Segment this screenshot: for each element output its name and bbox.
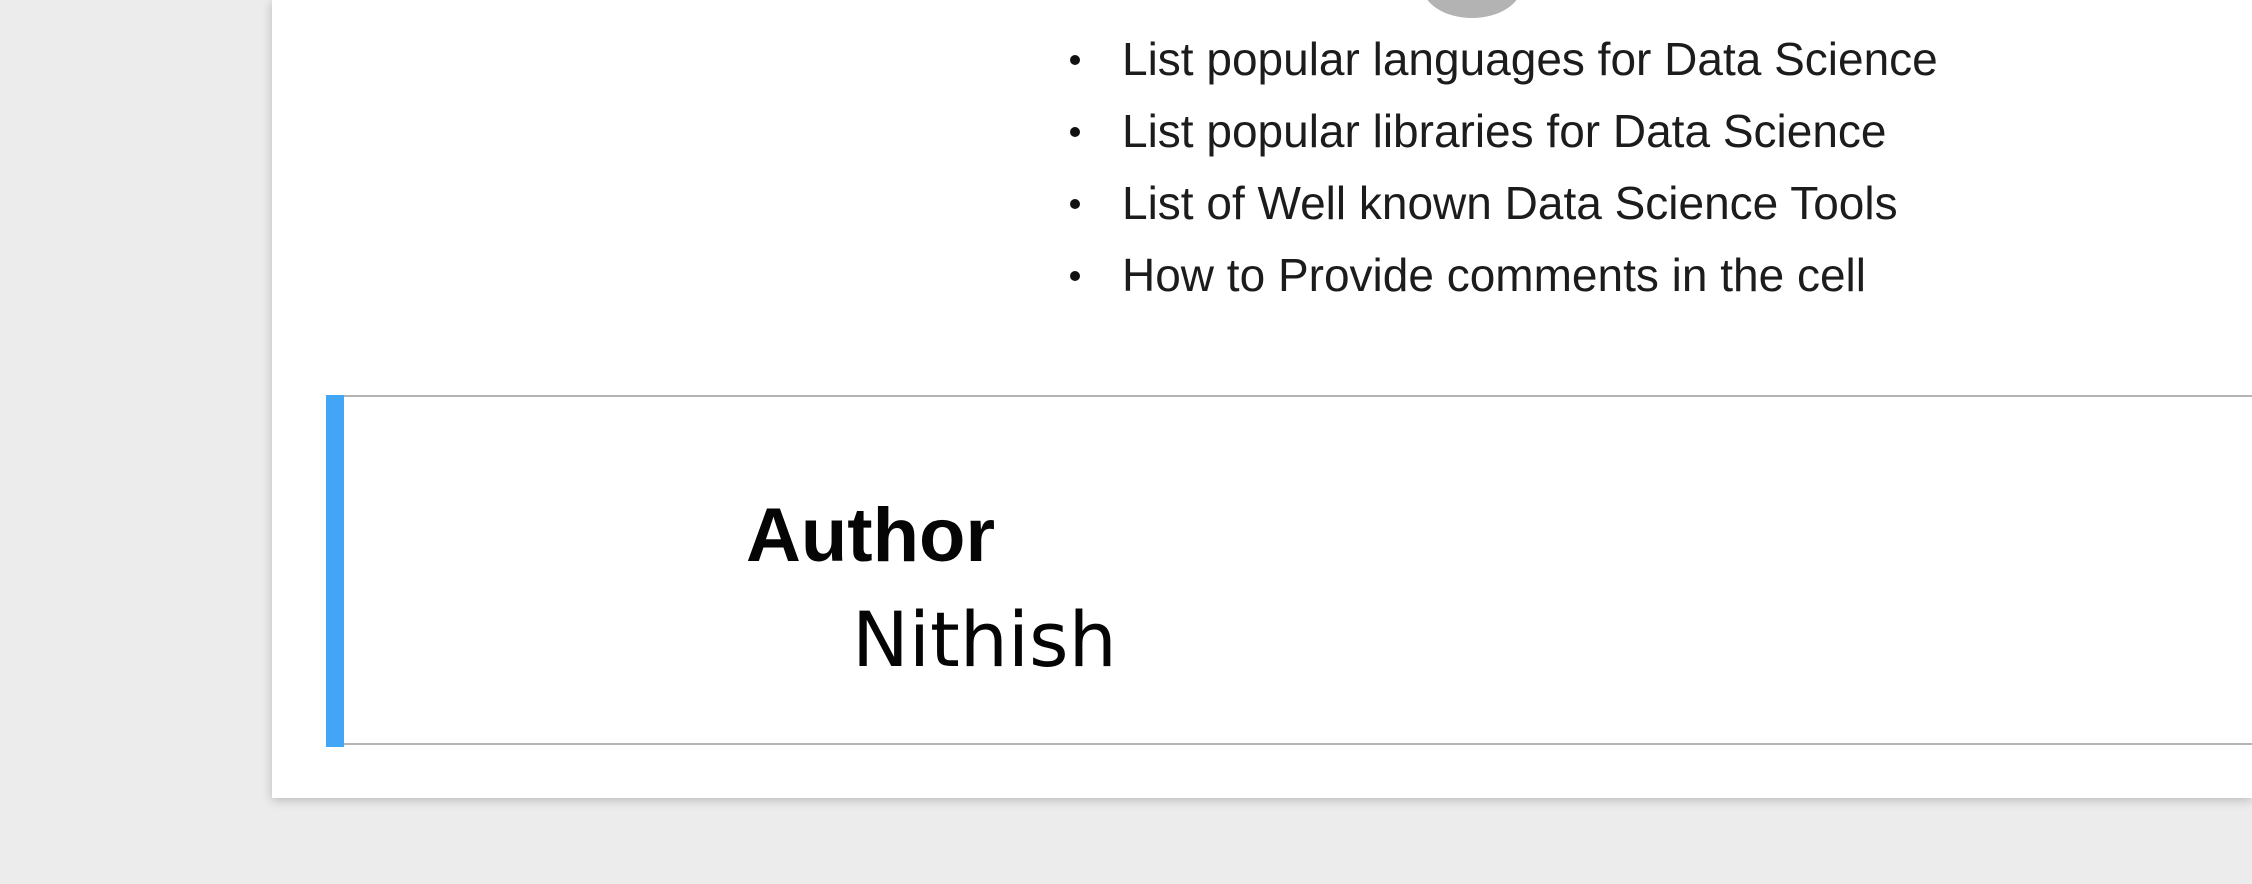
- bullet-icon: [1070, 199, 1080, 209]
- cell-selection-bar: [326, 395, 344, 747]
- list-item-text: How to Provide comments in the cell: [1122, 249, 1866, 301]
- list-item-text: List of Well known Data Science Tools: [1122, 177, 1898, 229]
- bullet-icon: [1070, 271, 1080, 281]
- author-heading: Author: [746, 493, 996, 578]
- objectives-list: List popular languages for Data Science …: [1070, 27, 1938, 315]
- author-name: Nithish: [852, 595, 1117, 684]
- list-item: List popular libraries for Data Science: [1070, 99, 1938, 171]
- list-item: List popular languages for Data Science: [1070, 27, 1938, 99]
- list-item: List of Well known Data Science Tools: [1070, 171, 1938, 243]
- scroll-indicator-icon: [1422, 0, 1522, 18]
- markdown-cell-author[interactable]: Author Nithish: [326, 395, 2252, 747]
- list-item-text: List popular languages for Data Science: [1122, 33, 1938, 85]
- bullet-icon: [1070, 127, 1080, 137]
- bullet-icon: [1070, 55, 1080, 65]
- list-item: How to Provide comments in the cell: [1070, 243, 1938, 315]
- list-item-text: List popular libraries for Data Science: [1122, 105, 1887, 157]
